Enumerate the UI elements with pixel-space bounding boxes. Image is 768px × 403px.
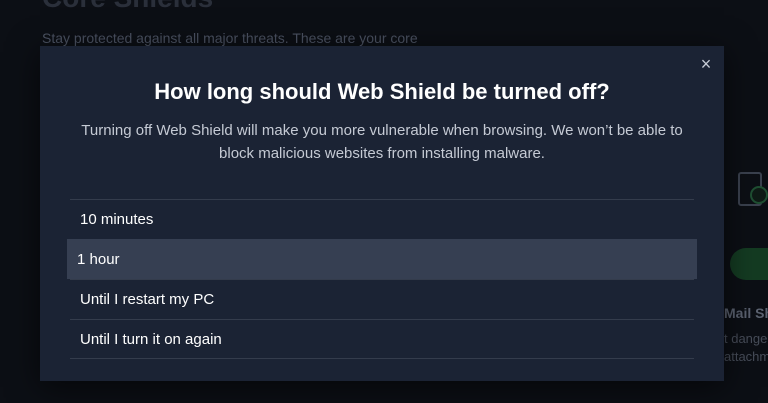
mail-shield-icon <box>738 172 768 206</box>
dialog-description: Turning off Web Shield will make you mor… <box>81 122 683 162</box>
shield-toggle[interactable] <box>730 248 768 280</box>
option-10-minutes[interactable]: 10 minutes <box>70 199 694 239</box>
turn-off-dialog: × How long should Web Shield be turned o… <box>40 46 724 381</box>
close-icon[interactable]: × <box>698 55 714 73</box>
card-description-line: t dange <box>724 331 768 346</box>
option-until-restart[interactable]: Until I restart my PC <box>70 279 694 319</box>
option-until-turn-on[interactable]: Until I turn it on again <box>70 319 694 359</box>
page-title: Core Shields <box>42 0 213 14</box>
dialog-title: How long should Web Shield be turned off… <box>154 79 610 104</box>
card-description: t dange attachm <box>724 330 768 366</box>
option-1-hour[interactable]: 1 hour <box>67 239 697 279</box>
card-title: Mail Sh <box>724 305 768 321</box>
duration-options-list: 10 minutes 1 hour Until I restart my PC … <box>67 199 697 359</box>
page-subtitle: Stay protected against all major threats… <box>42 30 418 46</box>
card-description-line: attachm <box>724 349 768 364</box>
